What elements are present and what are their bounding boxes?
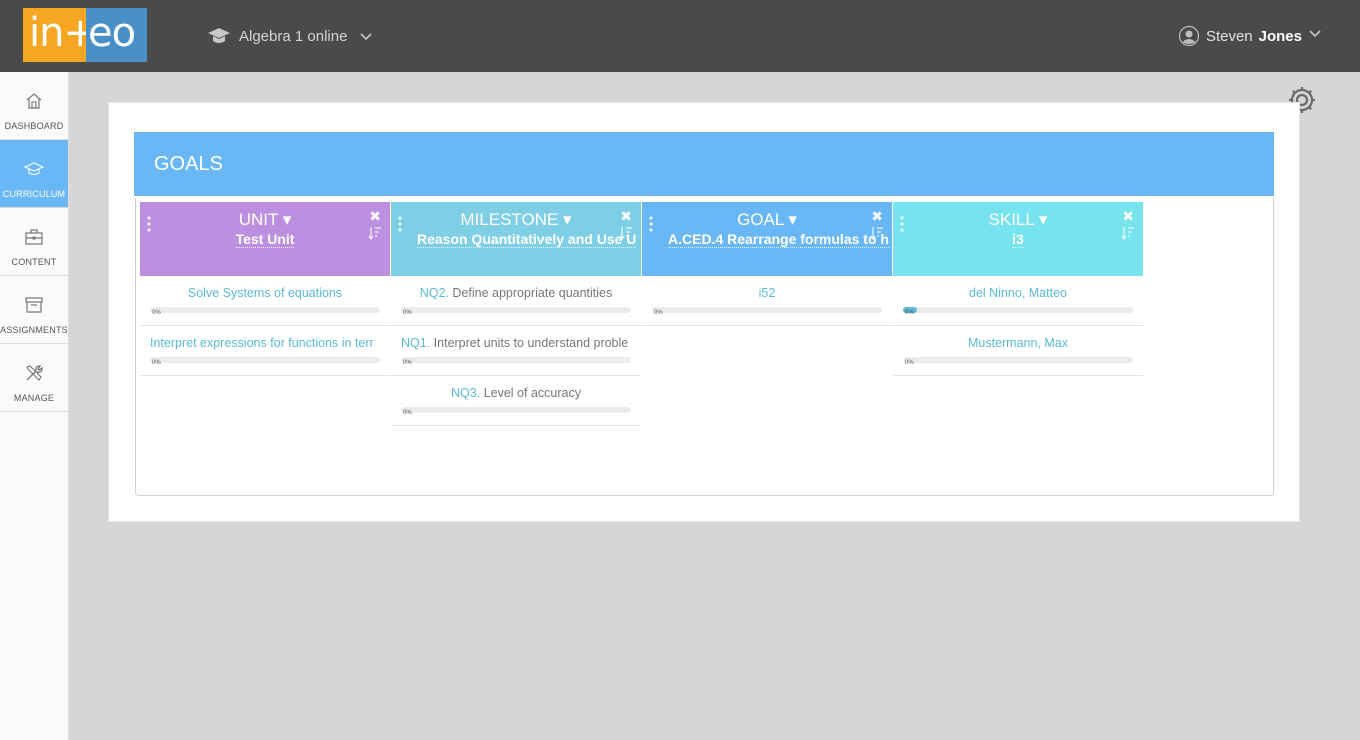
list-item[interactable]: i52 0% bbox=[642, 276, 892, 326]
inteo-logo[interactable]: in+ eo bbox=[23, 8, 147, 62]
progress-label: 0% bbox=[152, 310, 161, 316]
list-item[interactable]: NQ1. Interpret units to understand probl… bbox=[391, 326, 641, 376]
sidebar-item-label: ASSIGNMENTS bbox=[0, 325, 68, 335]
column-header[interactable]: UNIT ▾ Test Unit ✖ bbox=[140, 202, 390, 276]
user-first-name: Steven bbox=[1205, 27, 1253, 45]
column-header[interactable]: SKILL ▾ i3 ✖ bbox=[893, 202, 1143, 276]
list-item[interactable]: NQ3. Level of accuracy 0% bbox=[391, 376, 641, 426]
list-item-text: Interpret expressions for functions in t… bbox=[150, 336, 374, 350]
user-menu[interactable]: Steven Jones bbox=[1178, 22, 1302, 50]
progress-label: 0% bbox=[403, 410, 412, 416]
sidebar-item-label: CONTENT bbox=[11, 257, 57, 267]
column-goal: GOAL ▾ A.CED.4 Rearrange formulas to h ✖… bbox=[642, 202, 892, 326]
sidebar-item-label: DASHBOARD bbox=[4, 121, 64, 131]
sidebar-item-manage[interactable]: MANAGE bbox=[0, 344, 68, 412]
briefcase-icon bbox=[25, 229, 43, 245]
list-item[interactable]: Interpret expressions for functions in t… bbox=[140, 326, 390, 376]
progress-label: 0% bbox=[905, 360, 914, 366]
progress-label: 0% bbox=[403, 310, 412, 316]
close-icon[interactable]: ✖ bbox=[1122, 208, 1134, 225]
progress-bar bbox=[652, 307, 882, 313]
progress-bar bbox=[903, 357, 1133, 363]
goals-panel: GOALS UNIT ▾ Test Unit ✖ Solve Systems o… bbox=[108, 102, 1300, 522]
drag-handle-icon[interactable] bbox=[398, 216, 402, 232]
column-header[interactable]: GOAL ▾ A.CED.4 Rearrange formulas to h ✖ bbox=[642, 202, 892, 276]
list-item-text: NQ3. Level of accuracy bbox=[451, 386, 581, 400]
archive-icon bbox=[25, 297, 43, 313]
progress-bar bbox=[401, 407, 631, 413]
user-avatar-icon bbox=[1178, 25, 1200, 47]
progress-bar bbox=[150, 357, 380, 363]
list-item[interactable]: del Ninno, Matteo 0% bbox=[893, 276, 1143, 326]
drag-handle-icon[interactable] bbox=[147, 216, 151, 232]
list-item[interactable]: Solve Systems of equations 0% bbox=[140, 276, 390, 326]
progress-bar bbox=[401, 307, 631, 313]
sort-icon[interactable] bbox=[619, 226, 633, 240]
goals-title: GOALS bbox=[134, 132, 1274, 196]
top-bar: in+ eo Algebra 1 online Steven Jones bbox=[0, 0, 1360, 72]
drag-handle-icon[interactable] bbox=[900, 216, 904, 232]
user-last-name: Jones bbox=[1258, 27, 1302, 45]
sidebar-item-assignments[interactable]: ASSIGNMENTS bbox=[0, 276, 68, 344]
close-icon[interactable]: ✖ bbox=[871, 208, 883, 225]
course-selector[interactable]: Algebra 1 online bbox=[207, 22, 373, 50]
column-title[interactable]: SKILL ▾ bbox=[893, 202, 1143, 230]
progress-bar bbox=[401, 357, 631, 363]
list-item[interactable]: Mustermann, Max 0% bbox=[893, 326, 1143, 376]
sidebar-item-content[interactable]: CONTENT bbox=[0, 208, 68, 276]
list-item[interactable]: NQ2. Define appropriate quantities 0% bbox=[391, 276, 641, 326]
column-title[interactable]: GOAL ▾ bbox=[642, 202, 892, 230]
graduation-cap-icon bbox=[23, 162, 45, 176]
sidebar-item-curriculum[interactable]: CURRICULUM bbox=[0, 140, 68, 208]
sidebar-item-dashboard[interactable]: DASHBOARD bbox=[0, 72, 68, 140]
chevron-down-icon[interactable] bbox=[1308, 28, 1322, 38]
column-title[interactable]: MILESTONE ▾ bbox=[391, 202, 641, 230]
goals-board: UNIT ▾ Test Unit ✖ Solve Systems of equa… bbox=[135, 198, 1274, 496]
list-item-text: NQ2. Define appropriate quantities bbox=[419, 286, 613, 300]
sidebar-item-label: CURRICULUM bbox=[2, 189, 66, 199]
sort-icon[interactable] bbox=[1121, 226, 1135, 240]
progress-bar bbox=[903, 307, 1133, 313]
tools-icon bbox=[26, 365, 43, 381]
close-icon[interactable]: ✖ bbox=[369, 208, 381, 225]
list-item-text: Mustermann, Max bbox=[967, 336, 1069, 350]
graduation-cap-icon bbox=[208, 28, 230, 43]
logo-left: in+ bbox=[23, 8, 97, 62]
progress-label: 0% bbox=[403, 360, 412, 366]
list-item-text: i52 bbox=[758, 286, 776, 300]
column-subtitle: Reason Quantitatively and Use U bbox=[417, 231, 637, 248]
logo-right: eo bbox=[86, 8, 147, 62]
progress-label: 0% bbox=[654, 310, 663, 316]
list-item-text: NQ1. Interpret units to understand probl… bbox=[401, 336, 629, 350]
list-item-text: del Ninno, Matteo bbox=[969, 286, 1067, 300]
list-item-text: Solve Systems of equations bbox=[187, 286, 343, 300]
close-icon[interactable]: ✖ bbox=[620, 208, 632, 225]
column-unit: UNIT ▾ Test Unit ✖ Solve Systems of equa… bbox=[140, 202, 390, 376]
progress-label: 0% bbox=[152, 360, 161, 366]
sort-icon[interactable] bbox=[368, 226, 382, 240]
progress-bar bbox=[150, 307, 380, 313]
column-skill: SKILL ▾ i3 ✖ del Ninno, Matteo 0% Muster… bbox=[893, 202, 1143, 376]
column-header[interactable]: MILESTONE ▾ Reason Quantitatively and Us… bbox=[391, 202, 641, 276]
course-name: Algebra 1 online bbox=[239, 27, 348, 45]
chevron-down-icon bbox=[360, 33, 372, 41]
sidebar: DASHBOARD CURRICULUM CONTENT ASSIGNMENTS… bbox=[0, 72, 69, 740]
column-milestone: MILESTONE ▾ Reason Quantitatively and Us… bbox=[391, 202, 641, 426]
sidebar-item-label: MANAGE bbox=[13, 393, 55, 403]
column-subtitle: i3 bbox=[1012, 231, 1024, 248]
column-subtitle: Test Unit bbox=[235, 231, 295, 248]
column-subtitle: A.CED.4 Rearrange formulas to h bbox=[668, 231, 889, 248]
drag-handle-icon[interactable] bbox=[649, 216, 653, 232]
column-title[interactable]: UNIT ▾ bbox=[140, 202, 390, 230]
home-icon bbox=[26, 93, 42, 109]
progress-label: 0% bbox=[905, 310, 914, 316]
sort-icon[interactable] bbox=[870, 226, 884, 240]
